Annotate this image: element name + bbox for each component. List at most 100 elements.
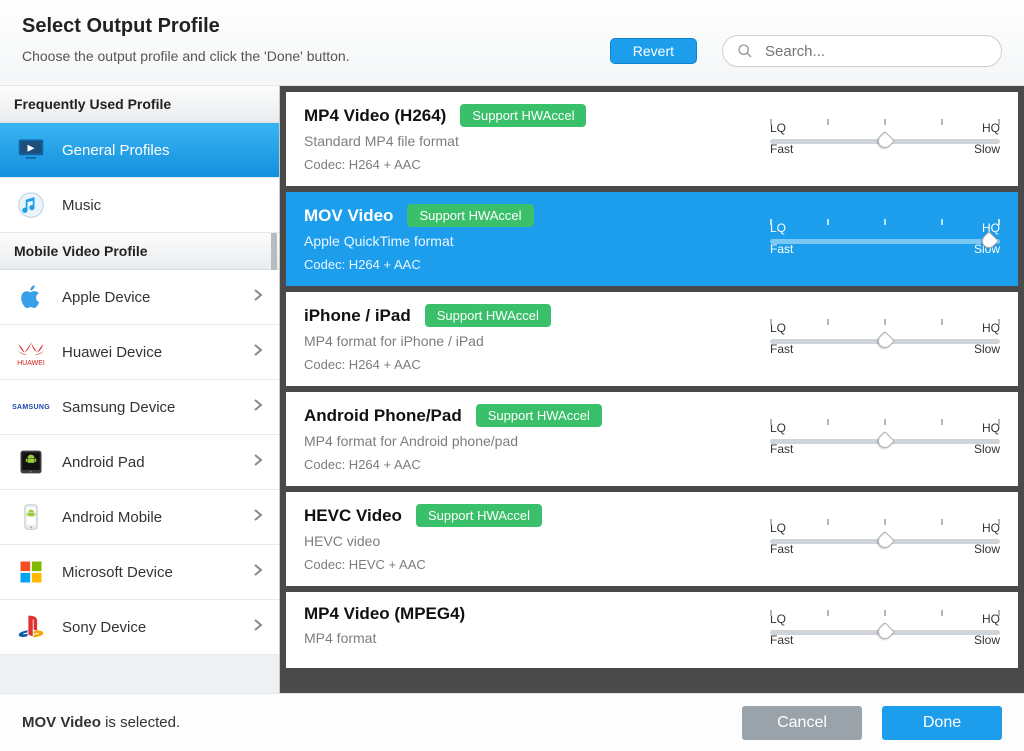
- main: Frequently Used Profile General Profiles…: [0, 86, 1024, 693]
- quality-slider[interactable]: LQHQFastSlow: [770, 321, 1000, 356]
- slider-track[interactable]: [770, 339, 1000, 344]
- profile-title-text: MOV Video: [304, 206, 393, 226]
- sidebar-item-label: Microsoft Device: [62, 564, 173, 581]
- profile-title: MOV Video Support HWAccel: [304, 204, 750, 227]
- profile-subtitle: MP4 format: [304, 630, 750, 646]
- profile-title-text: MP4 Video (H264): [304, 106, 446, 126]
- profile-row[interactable]: iPhone / iPadSupport HWAccel MP4 format f…: [286, 292, 1018, 386]
- chevron-right-icon: [253, 398, 263, 416]
- search-input[interactable]: [763, 42, 987, 61]
- profile-codec: Codec: H264 + AAC: [304, 357, 750, 372]
- sidebar: Frequently Used Profile General Profiles…: [0, 86, 280, 693]
- sidebar-item-music[interactable]: Music: [0, 178, 279, 233]
- header-text: Select Output Profile Choose the output …: [22, 15, 350, 64]
- hq-label: HQ: [982, 321, 1000, 335]
- profile-row[interactable]: MP4 Video (H264)Support HWAccelStandard …: [286, 92, 1018, 186]
- profile-info: HEVC VideoSupport HWAccel HEVC video Codec…: [304, 504, 750, 572]
- slider-track[interactable]: [770, 439, 1000, 444]
- profile-info: MOV Video Support HWAccel Apple QuickTime …: [304, 204, 750, 272]
- hwaccel-badge: Support HWAccel: [407, 204, 533, 227]
- chevron-right-icon: [253, 343, 263, 361]
- profile-list[interactable]: MP4 Video (H264)Support HWAccelStandard …: [280, 86, 1024, 693]
- fast-label: Fast: [770, 633, 793, 647]
- lq-label: LQ: [770, 221, 786, 235]
- hq-label: HQ: [982, 121, 1000, 135]
- sidebar-item-label: Apple Device: [62, 289, 150, 306]
- fast-label: Fast: [770, 442, 793, 456]
- quality-slider[interactable]: LQHQFastSlow: [770, 421, 1000, 456]
- cancel-button[interactable]: Cancel: [742, 706, 862, 740]
- profile-subtitle: Apple QuickTime format: [304, 233, 750, 249]
- profile-subtitle: MP4 format for Android phone/pad: [304, 433, 750, 449]
- profile-row[interactable]: Android Phone/PadSupport HWAccelMP4 form…: [286, 392, 1018, 486]
- chevron-right-icon: [253, 453, 263, 471]
- sidebar-item-android-mobile[interactable]: Android Mobile: [0, 490, 279, 545]
- status-selected-name: MOV Video: [22, 714, 101, 731]
- profile-subtitle: MP4 format for iPhone / iPad: [304, 333, 750, 349]
- slider-track[interactable]: [770, 630, 1000, 635]
- sidebar-section-frequently-used: Frequently Used Profile: [0, 86, 279, 123]
- chevron-right-icon: [253, 563, 263, 581]
- slow-label: Slow: [974, 442, 1000, 456]
- sidebar-item-android-pad[interactable]: Android Pad: [0, 435, 279, 490]
- sidebar-item-microsoft[interactable]: Microsoft Device: [0, 545, 279, 600]
- profile-row[interactable]: HEVC VideoSupport HWAccel HEVC video Codec…: [286, 492, 1018, 586]
- chevron-right-icon: [253, 288, 263, 306]
- slow-label: Slow: [974, 142, 1000, 156]
- profile-row[interactable]: MP4 Video (MPEG4)MP4 formatLQHQFastSlow: [286, 592, 1018, 668]
- profile-row[interactable]: MOV Video Support HWAccel Apple QuickTime …: [286, 192, 1018, 286]
- profile-codec: Codec: H264 + AAC: [304, 457, 750, 472]
- sidebar-item-label: Music: [62, 197, 101, 214]
- chevron-right-icon: [253, 508, 263, 526]
- profile-info: Android Phone/PadSupport HWAccelMP4 form…: [304, 404, 750, 472]
- revert-button[interactable]: Revert: [610, 38, 697, 64]
- microsoft-icon: [16, 557, 46, 587]
- quality-slider[interactable]: LQHQFastSlow: [770, 612, 1000, 647]
- sidebar-item-general-profiles[interactable]: General Profiles: [0, 123, 279, 178]
- profile-info: iPhone / iPadSupport HWAccel MP4 format f…: [304, 304, 750, 372]
- hwaccel-badge: Support HWAccel: [476, 404, 602, 427]
- quality-slider[interactable]: LQHQFastSlow: [770, 221, 1000, 256]
- lq-label: LQ: [770, 521, 786, 535]
- profile-subtitle: HEVC video: [304, 533, 750, 549]
- profile-title: MP4 Video (MPEG4): [304, 604, 750, 624]
- sidebar-item-samsung[interactable]: SAMSUNG Samsung Device: [0, 380, 279, 435]
- profile-title: HEVC VideoSupport HWAccel: [304, 504, 750, 527]
- slider-track[interactable]: [770, 239, 1000, 244]
- slider-track[interactable]: [770, 539, 1000, 544]
- slider-track[interactable]: [770, 139, 1000, 144]
- page-subtitle: Choose the output profile and click the …: [22, 48, 350, 64]
- hwaccel-badge: Support HWAccel: [460, 104, 586, 127]
- monitor-icon: [16, 135, 46, 165]
- profile-title: iPhone / iPadSupport HWAccel: [304, 304, 750, 327]
- huawei-icon: HUAWEI: [16, 337, 46, 367]
- playstation-icon: [16, 612, 46, 642]
- sidebar-item-label: Android Pad: [62, 454, 145, 471]
- quality-slider[interactable]: LQHQFastSlow: [770, 121, 1000, 156]
- music-icon: [16, 190, 46, 220]
- profile-codec: Codec: HEVC + AAC: [304, 557, 750, 572]
- profile-title: MP4 Video (H264) Support HWAccel: [304, 104, 750, 127]
- android-pad-icon: [16, 447, 46, 477]
- sidebar-item-sony[interactable]: Sony Device: [0, 600, 279, 655]
- sidebar-item-apple[interactable]: Apple Device: [0, 270, 279, 325]
- profile-codec: Codec: H264 + AAC: [304, 157, 750, 172]
- header: Select Output Profile Choose the output …: [0, 0, 1024, 86]
- profile-title-text: iPhone / iPad: [304, 306, 411, 326]
- sidebar-item-huawei[interactable]: HUAWEI Huawei Device: [0, 325, 279, 380]
- app-window: Select Output Profile Choose the output …: [0, 0, 1024, 751]
- profile-title-text: MP4 Video (MPEG4): [304, 604, 465, 624]
- apple-icon: [16, 282, 46, 312]
- search-field[interactable]: [722, 35, 1002, 67]
- sidebar-item-label: Huawei Device: [62, 344, 162, 361]
- fast-label: Fast: [770, 342, 793, 356]
- chevron-right-icon: [253, 618, 263, 636]
- slow-label: Slow: [974, 633, 1000, 647]
- quality-slider[interactable]: LQHQFastSlow: [770, 521, 1000, 556]
- samsung-icon: SAMSUNG: [16, 392, 46, 422]
- header-actions: Revert: [610, 15, 1002, 67]
- hwaccel-badge: Support HWAccel: [416, 504, 542, 527]
- fast-label: Fast: [770, 542, 793, 556]
- done-button[interactable]: Done: [882, 706, 1002, 740]
- profile-codec: Codec: H264 + AAC: [304, 257, 750, 272]
